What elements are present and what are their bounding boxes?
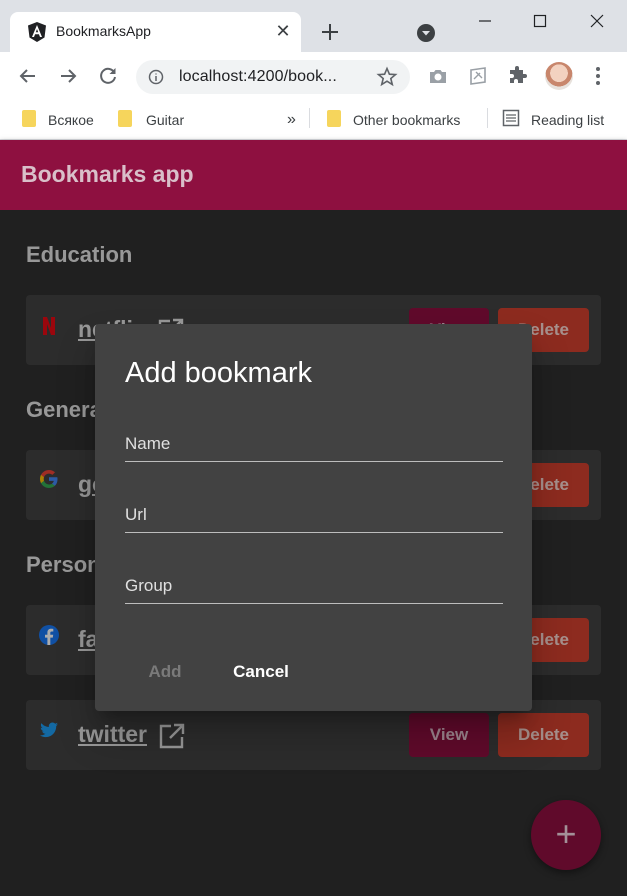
new-tab-icon[interactable] xyxy=(316,18,344,46)
info-icon[interactable] xyxy=(148,69,164,85)
minimize-icon[interactable] xyxy=(470,6,500,36)
url-field[interactable]: Url xyxy=(125,493,503,533)
app-toolbar: Bookmarks app xyxy=(0,140,627,210)
dialog-title: Add bookmark xyxy=(125,357,312,389)
folder-icon xyxy=(118,110,132,127)
tab-search-icon[interactable] xyxy=(414,21,438,45)
extensions-icon[interactable] xyxy=(506,64,530,88)
add-bookmark-dialog: Add bookmark Name Url Group Add Cancel xyxy=(95,324,532,711)
close-window-icon[interactable] xyxy=(582,6,612,36)
folder-icon xyxy=(22,110,36,127)
tab-strip: BookmarksApp ✕ xyxy=(0,0,627,52)
folder-icon xyxy=(327,110,341,127)
menu-kebab-icon[interactable] xyxy=(586,64,610,88)
extension-translate-icon[interactable] xyxy=(466,64,490,88)
bookmark-folder-guitar[interactable]: Guitar xyxy=(146,108,184,132)
browser-toolbar: localhost:4200/book... xyxy=(0,52,627,100)
maximize-icon[interactable] xyxy=(525,6,555,36)
tab-title: BookmarksApp xyxy=(56,23,151,39)
url-field-label: Url xyxy=(125,505,147,524)
bookmarks-overflow-button[interactable]: » xyxy=(287,108,296,132)
star-icon[interactable] xyxy=(376,66,398,88)
bookmarks-separator xyxy=(487,108,488,128)
name-field[interactable]: Name xyxy=(125,422,503,462)
other-bookmarks[interactable]: Other bookmarks xyxy=(353,108,460,132)
reload-icon[interactable] xyxy=(96,64,120,88)
browser-tab[interactable]: BookmarksApp ✕ xyxy=(10,12,301,52)
app-title: Bookmarks app xyxy=(21,161,194,187)
bookmarks-bar: Всякое Guitar » Other bookmarks Reading … xyxy=(0,100,627,140)
group-field[interactable]: Group xyxy=(125,564,503,604)
profile-avatar[interactable] xyxy=(545,62,573,90)
reading-list-icon xyxy=(502,109,520,127)
camera-icon[interactable] xyxy=(426,64,450,88)
add-button[interactable]: Add xyxy=(130,654,200,690)
forward-icon[interactable] xyxy=(56,64,80,88)
address-bar[interactable]: localhost:4200/book... xyxy=(136,60,410,94)
reading-list[interactable]: Reading list xyxy=(531,108,604,132)
url-text: localhost:4200/book... xyxy=(179,68,337,85)
group-field-label: Group xyxy=(125,576,173,595)
name-field-label: Name xyxy=(125,434,171,453)
back-icon[interactable] xyxy=(16,64,40,88)
browser-chrome: BookmarksApp ✕ localhost:4200/book... Вс… xyxy=(0,0,627,140)
bookmarks-separator xyxy=(309,108,310,128)
bookmark-folder-vsyakoe[interactable]: Всякое xyxy=(48,108,94,132)
angular-icon xyxy=(28,22,46,42)
close-tab-icon[interactable]: ✕ xyxy=(272,20,294,42)
cancel-button[interactable]: Cancel xyxy=(223,654,299,690)
